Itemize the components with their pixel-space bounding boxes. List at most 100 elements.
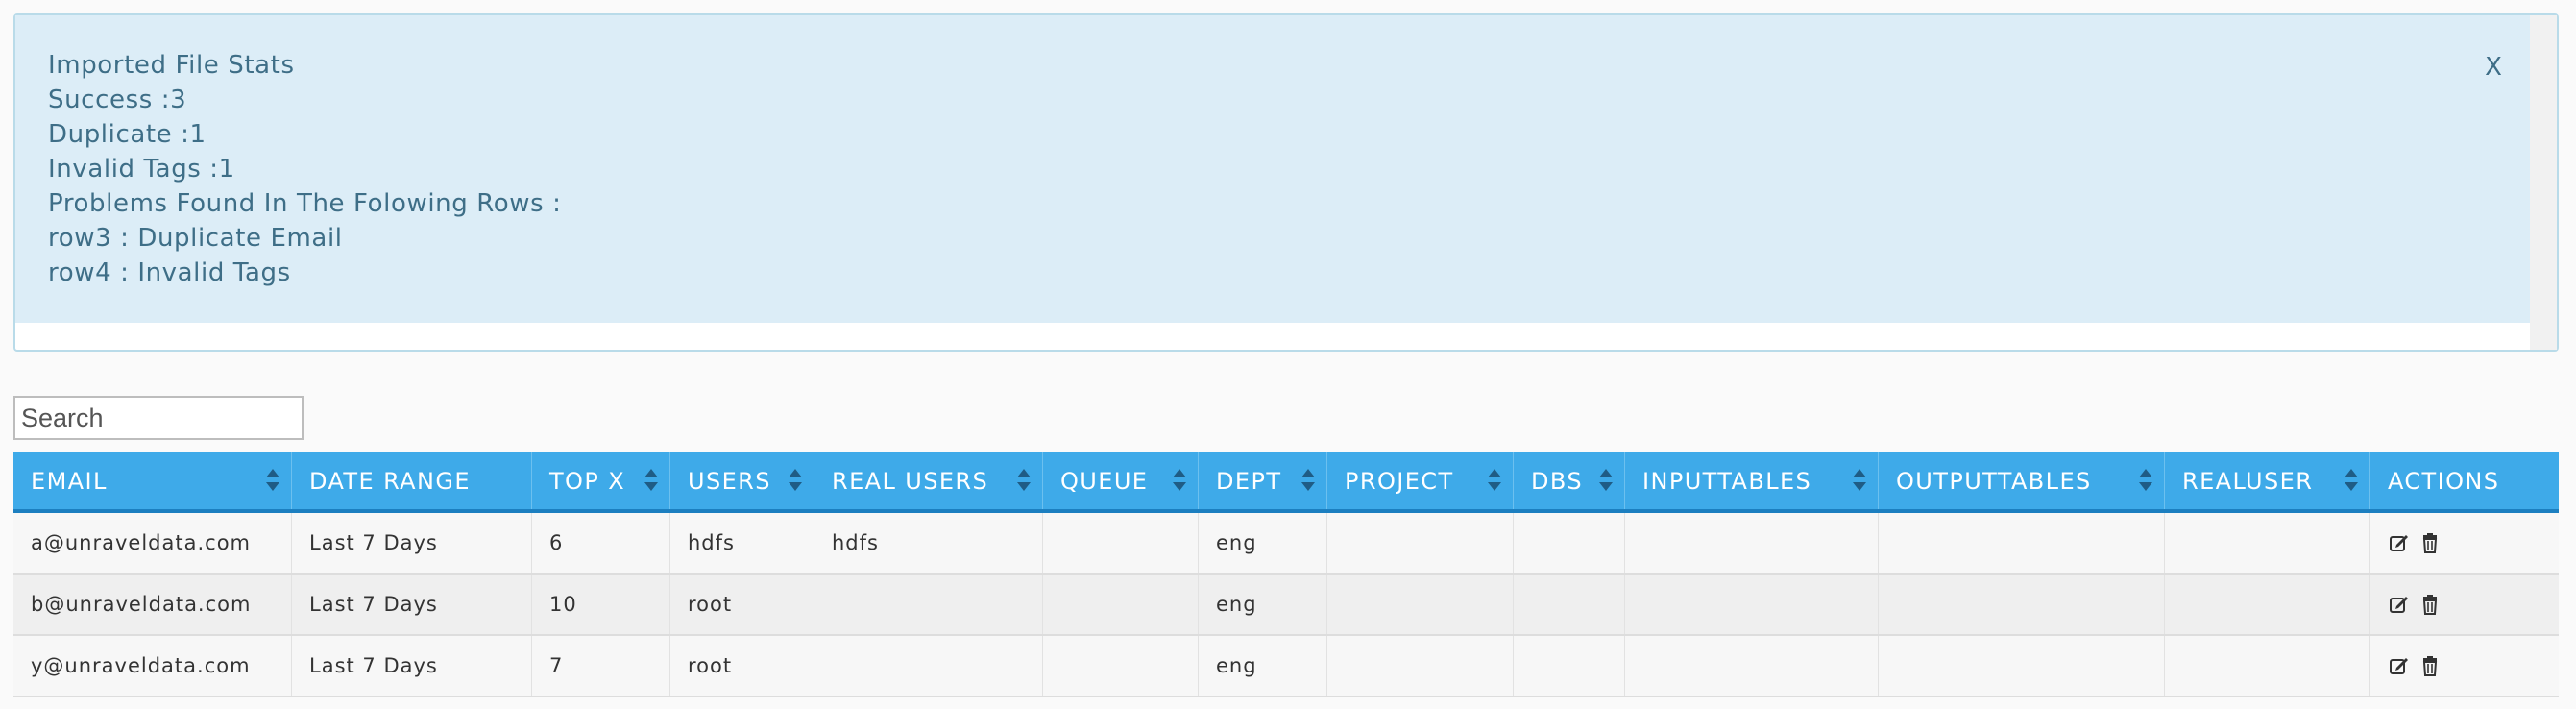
sort-icon[interactable] (266, 467, 279, 496)
cell-outputtables (1879, 636, 2165, 696)
sort-icon[interactable] (1301, 467, 1315, 496)
cell-project (1327, 513, 1514, 573)
column-header-users[interactable]: USERS (670, 452, 814, 509)
cell-top-x: 10 (532, 575, 670, 634)
sort-icon[interactable] (1173, 467, 1186, 496)
cell-project (1327, 636, 1514, 696)
close-button[interactable]: X (2476, 50, 2511, 85)
column-header-label: DBS (1531, 468, 1583, 495)
sort-up-icon (2345, 469, 2358, 477)
cell-actions (2370, 636, 2559, 696)
trash-icon[interactable] (2418, 593, 2442, 616)
cell-outputtables (1879, 575, 2165, 634)
sort-up-icon (266, 469, 279, 477)
column-header-label: DATE RANGE (309, 468, 471, 495)
edit-icon[interactable] (2388, 654, 2411, 677)
cell-email: y@unraveldata.com (13, 636, 292, 696)
sort-down-icon (266, 482, 279, 491)
users-table: EMAIL DATE RANGE TOP X USERS REAL USERS QUEUE… (13, 452, 2559, 697)
column-header-label: EMAIL (31, 468, 108, 495)
cell-queue (1043, 636, 1199, 696)
cell-outputtables (1879, 513, 2165, 573)
sort-up-icon (1017, 469, 1031, 477)
sort-up-icon (1301, 469, 1315, 477)
cell-email: a@unraveldata.com (13, 513, 292, 573)
cell-users: hdfs (670, 513, 814, 573)
cell-inputtables (1625, 513, 1879, 573)
cell-real-users (814, 636, 1043, 696)
cell-inputtables (1625, 636, 1879, 696)
sort-icon[interactable] (2139, 467, 2152, 496)
table-row: a@unraveldata.com Last 7 Days 6 hdfs hdfs eng (13, 513, 2559, 575)
sort-down-icon (1599, 482, 1613, 491)
import-stats-duplicate: Duplicate :1 (48, 120, 207, 149)
edit-icon[interactable] (2388, 531, 2411, 554)
table-row: b@unraveldata.com Last 7 Days 10 root eng (13, 575, 2559, 636)
import-stats-problems-heading: Problems Found In The Folowing Rows : (48, 189, 562, 218)
column-header-label: TOP X (549, 468, 626, 495)
sort-icon[interactable] (1853, 467, 1866, 496)
cell-realuser (2165, 513, 2370, 573)
column-header-outputtables[interactable]: OUTPUTTABLES (1879, 452, 2165, 509)
column-header-real-users[interactable]: REAL USERS (814, 452, 1043, 509)
column-header-label: REALUSER (2182, 468, 2314, 495)
cell-dbs (1514, 513, 1625, 573)
search-input[interactable] (13, 396, 304, 440)
column-header-realuser[interactable]: REALUSER (2165, 452, 2370, 509)
column-header-label: USERS (688, 468, 771, 495)
sort-up-icon (644, 469, 658, 477)
cell-inputtables (1625, 575, 1879, 634)
cell-users: root (670, 636, 814, 696)
sort-up-icon (1488, 469, 1501, 477)
import-stats-alert: Imported File Stats Success :3 Duplicate… (15, 15, 2532, 323)
sort-down-icon (644, 482, 658, 491)
column-header-project[interactable]: PROJECT (1327, 452, 1514, 509)
sort-icon[interactable] (789, 467, 802, 496)
column-header-inputtables[interactable]: INPUTTABLES (1625, 452, 1879, 509)
sort-icon[interactable] (1599, 467, 1613, 496)
sort-down-icon (2139, 482, 2152, 491)
trash-icon[interactable] (2418, 654, 2442, 677)
import-stats-problem-row3: row3 : Duplicate Email (48, 224, 343, 253)
column-header-label: REAL USERS (832, 468, 989, 495)
import-stats-panel: Imported File Stats Success :3 Duplicate… (13, 13, 2559, 352)
cell-actions (2370, 513, 2559, 573)
trash-icon[interactable] (2418, 531, 2442, 554)
sort-up-icon (789, 469, 802, 477)
column-header-label: OUTPUTTABLES (1896, 468, 2092, 495)
sort-down-icon (2345, 482, 2358, 491)
cell-date-range: Last 7 Days (292, 575, 532, 634)
column-header-email[interactable]: EMAIL (13, 452, 292, 509)
import-stats-title: Imported File Stats (48, 51, 295, 80)
cell-dbs (1514, 575, 1625, 634)
cell-actions (2370, 575, 2559, 634)
sort-icon[interactable] (1017, 467, 1031, 496)
import-stats-invalid-tags: Invalid Tags :1 (48, 155, 235, 183)
sort-down-icon (1853, 482, 1866, 491)
sort-up-icon (1599, 469, 1613, 477)
column-header-label: DEPT (1216, 468, 1282, 495)
sort-icon[interactable] (1488, 467, 1501, 496)
column-header-actions: ACTIONS (2370, 452, 2559, 509)
cell-realuser (2165, 636, 2370, 696)
cell-top-x: 7 (532, 636, 670, 696)
column-header-dbs[interactable]: DBS (1514, 452, 1625, 509)
edit-icon[interactable] (2388, 593, 2411, 616)
sort-down-icon (1173, 482, 1186, 491)
import-stats-success: Success :3 (48, 86, 187, 114)
cell-queue (1043, 513, 1199, 573)
cell-real-users: hdfs (814, 513, 1043, 573)
table-body: a@unraveldata.com Last 7 Days 6 hdfs hdfs eng… (13, 513, 2559, 697)
column-header-queue[interactable]: QUEUE (1043, 452, 1199, 509)
sort-up-icon (1853, 469, 1866, 477)
sort-down-icon (789, 482, 802, 491)
column-header-top-x[interactable]: TOP X (532, 452, 670, 509)
sort-down-icon (1017, 482, 1031, 491)
sort-icon[interactable] (2345, 467, 2358, 496)
column-header-dept[interactable]: DEPT (1199, 452, 1327, 509)
cell-dept: eng (1199, 636, 1327, 696)
cell-realuser (2165, 575, 2370, 634)
sort-icon[interactable] (644, 467, 658, 496)
panel-scrollbar[interactable] (2530, 15, 2557, 350)
cell-dept: eng (1199, 513, 1327, 573)
